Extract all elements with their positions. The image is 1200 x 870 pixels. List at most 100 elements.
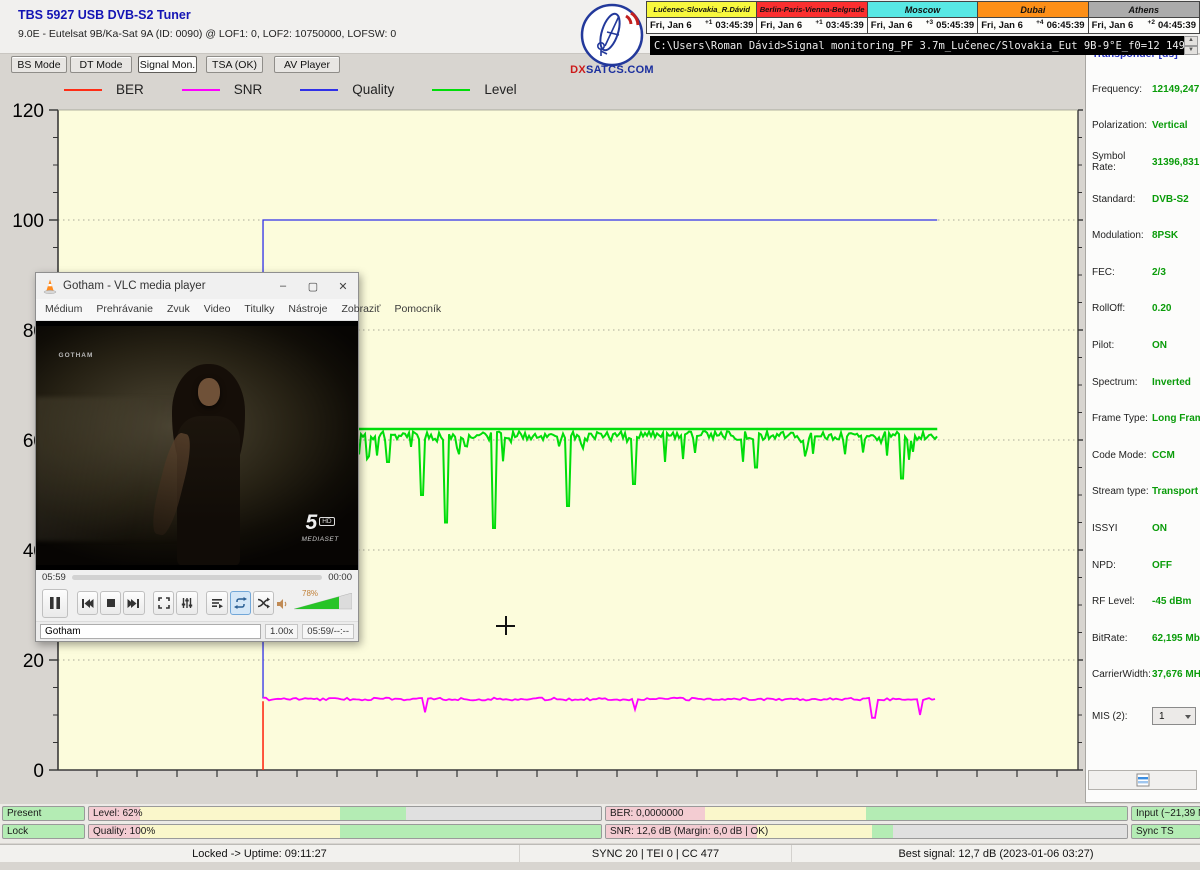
clock-time: Fri, Jan 6+204:45:39 — [1089, 18, 1199, 33]
param-row: Symbol Rate:31396,831 KS/s — [1092, 144, 1200, 181]
vlc-window: Gotham - VLC media player – ▢ ✕ Médium Pr… — [35, 272, 359, 642]
legend-swatch — [432, 89, 470, 91]
next-button[interactable] — [123, 591, 144, 615]
close-button[interactable]: ✕ — [328, 273, 358, 299]
param-value: 62,195 Mbit/s — [1152, 633, 1200, 644]
gauge-input-21-39-mbps-: Input (~21,39 Mbps) — [1131, 806, 1200, 821]
svg-text:120: 120 — [12, 101, 44, 122]
menu-item-mdium[interactable]: Médium — [45, 303, 82, 315]
param-row: ISSYION — [1092, 510, 1200, 547]
vlc-titlebar[interactable]: Gotham - VLC media player – ▢ ✕ — [36, 273, 358, 299]
clock-1: Berlin-Paris-Vienna-BelgradeFri, Jan 6+1… — [757, 2, 867, 33]
stream-list-button[interactable] — [1088, 770, 1197, 790]
volume-control[interactable]: 78% — [276, 593, 352, 613]
svg-text:100: 100 — [12, 211, 44, 232]
legend-item-snr: SNR — [182, 82, 263, 97]
param-value: 0.20 — [1152, 303, 1171, 314]
gauge-label: BER: 0,0000000 — [610, 807, 683, 820]
param-label: Stream type: — [1092, 486, 1152, 497]
menu-item-pomocnk[interactable]: Pomocník — [394, 303, 441, 315]
playlist-button[interactable] — [206, 591, 227, 615]
gauge-snr: SNR: 12,6 dB (Margin: 6,0 dB | OK) — [605, 824, 1128, 839]
mis-select[interactable]: 1 — [1152, 707, 1196, 725]
actress-figure — [165, 364, 252, 565]
menu-item-titulky[interactable]: Titulky — [244, 303, 274, 315]
gauge-present: Present — [2, 806, 85, 821]
maximize-button[interactable]: ▢ — [298, 273, 328, 299]
clock-city: Dubai — [978, 2, 1087, 18]
console-scrollbar[interactable]: ▲ ▼ — [1184, 36, 1198, 55]
gauge-label: Quality: 100% — [93, 825, 155, 838]
param-value: 31396,831 KS/s — [1152, 157, 1200, 168]
shuffle-button[interactable] — [253, 591, 274, 615]
mis-label: MIS (2): — [1092, 711, 1152, 722]
vlc-video-area[interactable]: GOTHAM 5HD MEDIASET — [36, 321, 358, 570]
param-label: Frequency: — [1092, 84, 1152, 95]
vlc-controls: 78% — [36, 586, 358, 622]
seek-bar[interactable] — [72, 575, 322, 580]
transponder-panel: Transponder [ds] Frequency:12149,247 MHz… — [1085, 55, 1200, 803]
console-bar[interactable]: C:\Users\Roman Dávid>Signal monitoring_P… — [650, 36, 1184, 55]
scroll-down-icon[interactable]: ▼ — [1184, 46, 1198, 56]
param-row: CarrierWidth:37,676 MHz — [1092, 657, 1200, 694]
param-row: FEC:2/3 — [1092, 254, 1200, 291]
tab-av-player[interactable]: AV Player — [274, 56, 340, 73]
param-row: Standard:DVB-S2 — [1092, 181, 1200, 218]
param-value: CCM — [1152, 450, 1175, 461]
param-row: BitRate:62,195 Mbit/s — [1092, 620, 1200, 657]
param-label: Symbol Rate: — [1092, 151, 1152, 173]
vlc-cone-icon — [43, 279, 57, 294]
tab-tsa-ok[interactable]: TSA (OK) — [206, 56, 263, 73]
now-playing-field[interactable] — [40, 624, 261, 639]
gauge-ber: BER: 0,0000000 — [605, 806, 1128, 821]
minimize-button[interactable]: – — [268, 273, 298, 299]
clock-time: Fri, Jan 6+103:45:39 — [757, 18, 866, 33]
network-name: MEDIASET — [301, 536, 338, 543]
pause-button[interactable] — [42, 589, 68, 618]
playback-rate[interactable]: 1.00x — [265, 624, 298, 639]
fullscreen-button[interactable] — [153, 591, 174, 615]
param-label: NPD: — [1092, 560, 1152, 571]
legend-label: Quality — [352, 82, 394, 97]
video-frame: GOTHAM 5HD MEDIASET — [36, 326, 358, 565]
gauge-sync-ts: Sync TS — [1131, 824, 1200, 839]
previous-button[interactable] — [77, 591, 98, 615]
scroll-up-icon[interactable]: ▲ — [1184, 36, 1198, 46]
tab-bs-mode[interactable]: BS Mode — [11, 56, 67, 73]
param-value: ON — [1152, 340, 1167, 351]
mis-row: MIS (2): 1 — [1092, 707, 1200, 725]
dxsatcs-logo: DXSATCS.COM — [560, 2, 664, 86]
svg-text:0: 0 — [33, 761, 44, 782]
clock-time: Fri, Jan 6+406:45:39 — [978, 18, 1087, 33]
param-row: RollOff:0.20 — [1092, 291, 1200, 328]
gauge-label: Sync TS — [1136, 825, 1174, 838]
remaining-time: 00:00 — [328, 572, 352, 583]
param-row: RF Level:-45 dBm — [1092, 583, 1200, 620]
time-display[interactable]: 05:59/--:-- — [302, 624, 354, 639]
stop-button[interactable] — [100, 591, 121, 615]
signal-gauges: PresentLevel: 62%BER: 0,0000000Input (~2… — [0, 804, 1200, 843]
menu-item-prehrvanie[interactable]: Prehrávanie — [96, 303, 153, 315]
menu-item-video[interactable]: Video — [204, 303, 231, 315]
param-value: Long Frame — [1152, 413, 1200, 424]
best-signal: Best signal: 12,7 dB (2023-01-06 03:27) — [792, 845, 1200, 862]
menu-item-nstroje[interactable]: Nástroje — [288, 303, 327, 315]
loop-button[interactable] — [230, 591, 251, 615]
app-title: TBS 5927 USB DVB-S2 Tuner — [18, 8, 191, 22]
clock-time: Fri, Jan 6+305:45:39 — [868, 18, 977, 33]
legend-item-ber: BER — [64, 82, 144, 97]
legend-swatch — [64, 89, 102, 91]
param-value: Inverted — [1152, 377, 1191, 388]
param-value: 37,676 MHz — [1152, 669, 1200, 680]
tab-signal-mon[interactable]: Signal Mon. — [138, 56, 197, 73]
gauge-label: Input (~21,39 Mbps) — [1136, 807, 1200, 820]
menu-item-zobrazi[interactable]: Zobraziť — [341, 303, 380, 315]
equalizer-button[interactable] — [176, 591, 197, 615]
tab-dt-mode[interactable]: DT Mode — [70, 56, 132, 73]
param-value: 2/3 — [1152, 267, 1166, 278]
transponder-params: Frequency:12149,247 MHzPolarization:Vert… — [1086, 61, 1200, 693]
clock-city: Athens — [1089, 2, 1199, 18]
param-label: FEC: — [1092, 267, 1152, 278]
param-row: NPD:OFF — [1092, 547, 1200, 584]
menu-item-zvuk[interactable]: Zvuk — [167, 303, 190, 315]
